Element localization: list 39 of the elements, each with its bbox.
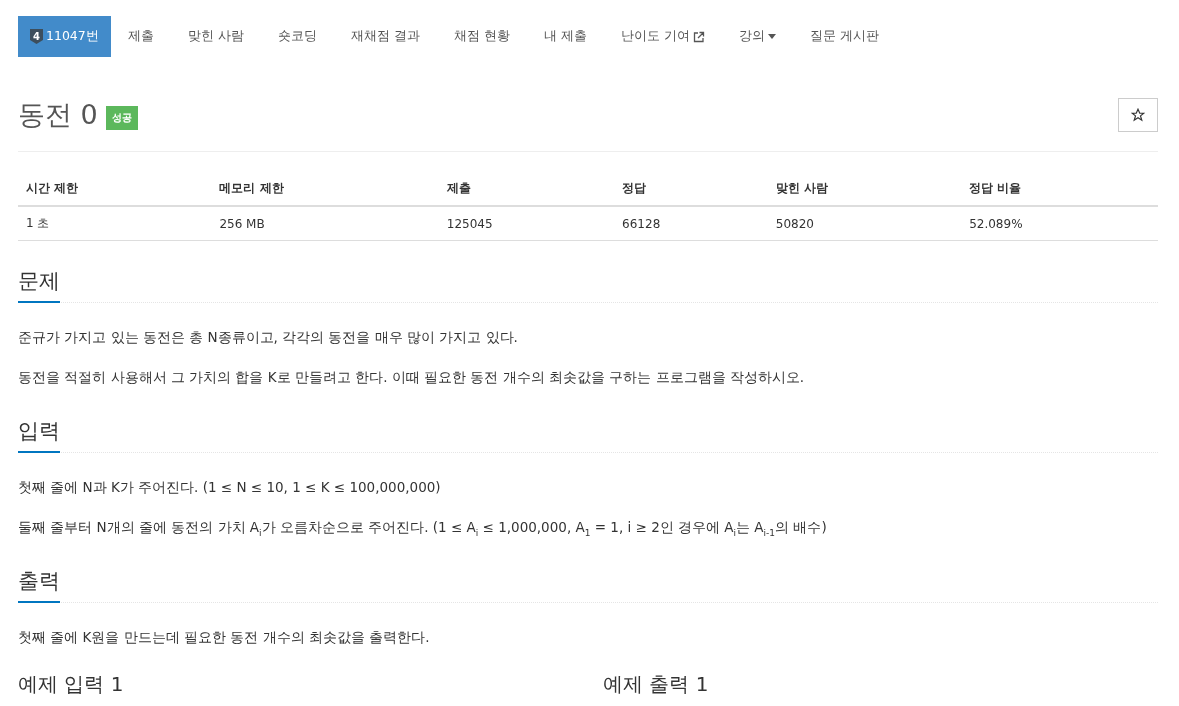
paragraph: 첫째 줄에 N과 K가 주어진다. (1 ≤ N ≤ 10, 1 ≤ K ≤ 100,000,000): [18, 478, 442, 497]
section-heading: 출력: [18, 567, 60, 603]
nav-tab[interactable]: 난이도 기여: [603, 16, 722, 57]
table-cell: 66128: [614, 206, 768, 241]
star-icon: [1131, 108, 1145, 122]
paragraph: 준규가 가지고 있는 동전은 총 N종류이고, 각각의 동전을 매우 많이 가지고 있다.: [18, 328, 519, 347]
column-header: 정답 비율: [961, 172, 1158, 206]
table-cell: 52.089%: [961, 206, 1158, 241]
nav-tab[interactable]: 맞힌 사람: [170, 16, 261, 57]
table-cell: 1 초: [18, 206, 212, 241]
caret-icon: [767, 34, 776, 39]
nav-tab[interactable]: 4 11047번: [18, 16, 111, 57]
table-cell: 256 MB: [211, 206, 439, 241]
problem-title: 동전 0: [18, 98, 98, 132]
column-header: 제출: [438, 172, 615, 206]
status-badge: 성공: [105, 106, 138, 130]
table-cell: 125045: [438, 206, 615, 241]
nav-tab[interactable]: 재채점 결과: [333, 16, 437, 57]
paragraph: 첫째 줄에 K원을 만드는데 필요한 동전 개수의 최솟값을 출력한다.: [18, 628, 431, 647]
nav-tab[interactable]: 내 제출: [526, 16, 604, 57]
nav-tab[interactable]: 채점 현황: [436, 16, 527, 57]
column-header: 메모리 제한: [211, 172, 439, 206]
table-cell: 50820: [767, 206, 962, 241]
star-button[interactable]: [1118, 98, 1158, 132]
paragraph: 둘째 줄부터 N개의 줄에 동전의 가치 A$_{i}$가 오름차순으로 주어진다. (1 ≤ A$_{i}$ ≤ 1,000,000, A$_{1}$ = 1, i ≥ 2인 경우에 A$_{i}$는 A$_{i-1}$의 배수): [18, 518, 828, 540]
external-link-icon: [692, 30, 705, 43]
nav-tab[interactable]: 숏코딩: [260, 16, 334, 57]
nav-tab[interactable]: 강의: [721, 16, 793, 57]
nav-tab[interactable]: 질문 게시판: [792, 16, 896, 57]
section-heading: 입력: [18, 417, 60, 453]
sample-heading: 예제 출력 1: [603, 671, 710, 698]
nav-tab[interactable]: 제출: [110, 16, 171, 57]
section-heading: 문제: [18, 267, 60, 303]
column-header: 시간 제한: [18, 172, 212, 206]
column-header: 정답: [614, 172, 768, 206]
paragraph: 동전을 적절히 사용해서 그 가치의 합을 K로 만들려고 한다. 이때 필요한 동전 개수의 최솟값을 구하는 프로그램을 작성하시오.: [18, 368, 806, 387]
column-header: 맞힌 사람: [767, 172, 962, 206]
sample-heading: 예제 입력 1: [18, 671, 125, 698]
tier-badge-icon: 4: [30, 29, 43, 44]
